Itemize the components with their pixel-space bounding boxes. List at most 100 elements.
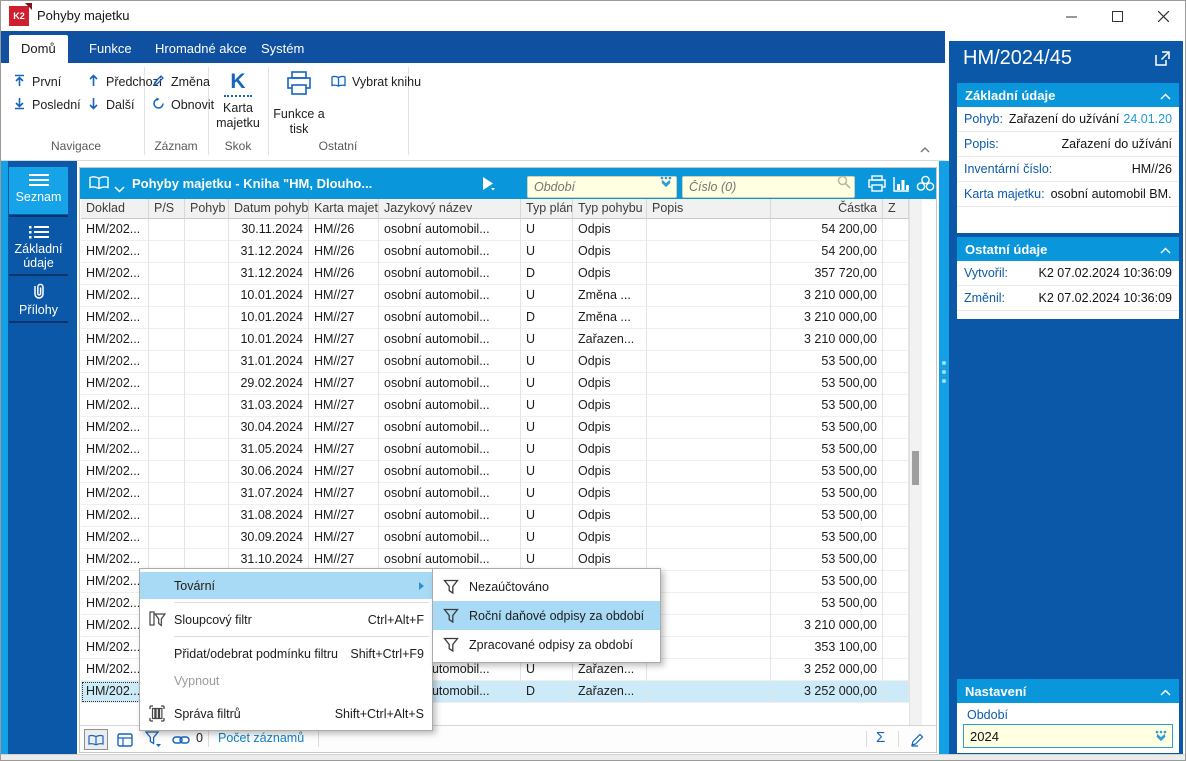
- table-cell-ps: [149, 241, 185, 263]
- table-cell-popis: [647, 505, 771, 527]
- book-icon[interactable]: [89, 175, 109, 195]
- menu-item-sloupcovy-filtr[interactable]: Sloupcový filtr Ctrl+Alt+F: [140, 606, 432, 633]
- section-header[interactable]: Nastavení: [957, 679, 1179, 703]
- panel-splitter[interactable]: [939, 161, 949, 754]
- pick-book-button[interactable]: Vybrat knihu: [331, 73, 421, 91]
- table-cell-ps: [149, 307, 185, 329]
- column-header[interactable]: Typ pohybu: [573, 199, 647, 219]
- lookup-dots-icon[interactable]: [659, 175, 673, 194]
- column-header[interactable]: Částka: [771, 199, 883, 219]
- detail-row: Pohyb: Zařazení do užívání24.01.2024: [957, 107, 1179, 132]
- relations-icon[interactable]: [914, 173, 936, 194]
- table-row[interactable]: HM/202...31.12.2024HM//26osobní automobi…: [81, 263, 909, 285]
- tab-funkce[interactable]: Funkce: [77, 35, 144, 63]
- functions-print-button[interactable]: Funkce a tisk: [271, 71, 327, 137]
- submenu-item-nezauctovano[interactable]: Nezaúčtováno: [433, 572, 660, 601]
- submenu-item-rocni-danove-odpisy[interactable]: Roční daňové odpisy za období: [433, 601, 660, 630]
- k2-logo-icon: K2: [9, 6, 29, 26]
- lookup-dots-icon[interactable]: [1154, 729, 1168, 748]
- sidebar-item-seznam[interactable]: Seznam: [9, 167, 68, 214]
- context-submenu: Nezaúčtováno Roční daňové odpisy za obdo…: [432, 568, 661, 663]
- table-cell-karta: HM//26: [309, 219, 379, 241]
- open-in-new-icon[interactable]: [1155, 51, 1170, 71]
- table-cell-datum: 31.08.2024: [229, 505, 309, 527]
- menu-item-sprava-filtru[interactable]: Správa filtrů Shift+Ctrl+Alt+S: [140, 700, 432, 727]
- detail-value-date: 24.01.2024: [1123, 112, 1172, 126]
- sidebar-item-prilohy[interactable]: Přílohy: [9, 277, 68, 322]
- menu-item-tovarni[interactable]: Tovární: [140, 572, 432, 599]
- sum-sigma-icon[interactable]: Σ: [876, 729, 885, 746]
- chevron-up-icon[interactable]: [1160, 684, 1171, 699]
- period-filter-input[interactable]: [527, 176, 677, 198]
- chart-icon[interactable]: [890, 173, 912, 194]
- link-icon[interactable]: [170, 729, 192, 750]
- chevron-up-icon[interactable]: [1160, 88, 1171, 103]
- table-row[interactable]: HM/202...31.05.2024HM//27osobní automobi…: [81, 439, 909, 461]
- column-header[interactable]: Pohyb: [185, 199, 229, 219]
- filter-dropdown-icon[interactable]: [142, 729, 164, 750]
- number-filter-input[interactable]: [682, 176, 855, 198]
- minimize-button[interactable]: [1048, 1, 1094, 31]
- table-row[interactable]: HM/202...31.03.2024HM//27osobní automobi…: [81, 395, 909, 417]
- table-row[interactable]: HM/202...31.12.2024HM//26osobní automobi…: [81, 241, 909, 263]
- table-row[interactable]: HM/202...30.06.2024HM//27osobní automobi…: [81, 461, 909, 483]
- table-row[interactable]: HM/202...31.08.2024HM//27osobní automobi…: [81, 505, 909, 527]
- table-row[interactable]: HM/202...30.09.2024HM//27osobní automobi…: [81, 527, 909, 549]
- next-button[interactable]: Další: [87, 96, 134, 114]
- column-header[interactable]: Jazykový název: [379, 199, 521, 219]
- column-header[interactable]: P/S: [149, 199, 185, 219]
- column-header[interactable]: Karta majetku: [309, 199, 379, 219]
- tab-hromadne-akce[interactable]: Hromadné akce: [143, 35, 259, 63]
- maximize-button[interactable]: [1094, 1, 1140, 31]
- section-header[interactable]: Ostatní údaje: [957, 237, 1179, 261]
- detail-value: Zařazení do užívání: [1062, 137, 1172, 151]
- context-menu: Tovární Sloupcový filtr Ctrl+Alt+F Přida…: [139, 568, 433, 731]
- section-header[interactable]: Základní údaje: [957, 83, 1179, 107]
- table-cell-popis: [647, 263, 771, 285]
- change-label: Změna: [171, 75, 210, 89]
- submenu-item-label: Nezaúčtováno: [469, 580, 549, 594]
- ribbon-tab-strip: Domů Funkce Hromadné akce Systém: [1, 31, 945, 63]
- chevron-down-icon[interactable]: [114, 180, 125, 198]
- column-header[interactable]: Popis: [647, 199, 771, 219]
- column-header[interactable]: Typ plánu: [521, 199, 573, 219]
- sidebar-item-zakladni-udaje[interactable]: Základní údaje: [9, 219, 68, 275]
- table-row[interactable]: HM/202...31.07.2024HM//27osobní automobi…: [81, 483, 909, 505]
- table-cell-castka: 53 500,00: [771, 439, 883, 461]
- tab-domu[interactable]: Domů: [9, 35, 68, 63]
- submenu-item-zpracovane-odpisy[interactable]: Zpracované odpisy za období: [433, 630, 660, 659]
- table-row[interactable]: HM/202...10.01.2024HM//27osobní automobi…: [81, 307, 909, 329]
- chevron-up-icon[interactable]: [1160, 242, 1171, 257]
- table-row[interactable]: HM/202...30.11.2024HM//26osobní automobi…: [81, 219, 909, 241]
- refresh-button[interactable]: Obnovit: [152, 96, 214, 114]
- print-icon[interactable]: [866, 173, 888, 194]
- table-row[interactable]: HM/202...10.01.2024HM//27osobní automobi…: [81, 285, 909, 307]
- edit-pencil-icon[interactable]: [906, 729, 928, 750]
- column-header[interactable]: Doklad: [81, 199, 149, 219]
- column-header[interactable]: Z: [883, 199, 909, 219]
- menu-item-label: Vypnout: [174, 674, 424, 688]
- table-cell-ps: [149, 373, 185, 395]
- play-filter-icon[interactable]: [482, 177, 496, 196]
- book-view-toggle-icon[interactable]: [84, 729, 108, 750]
- search-icon[interactable]: [837, 175, 851, 194]
- card-view-icon[interactable]: [114, 729, 136, 750]
- menu-item-pridat-odebrat-podminku[interactable]: Přidat/odebrat podmínku filtru Shift+Ctr…: [140, 640, 432, 667]
- table-row[interactable]: HM/202...30.04.2024HM//27osobní automobi…: [81, 417, 909, 439]
- asset-card-button[interactable]: K Karta majetku: [211, 71, 265, 131]
- column-header[interactable]: Datum pohybu: [229, 199, 309, 219]
- table-row[interactable]: HM/202...29.02.2024HM//27osobní automobi…: [81, 373, 909, 395]
- change-button[interactable]: Změna: [152, 73, 210, 91]
- table-row[interactable]: HM/202...31.01.2024HM//27osobní automobi…: [81, 351, 909, 373]
- period-setting-input[interactable]: [963, 724, 1173, 748]
- tab-system[interactable]: Systém: [249, 35, 316, 63]
- scrollbar-thumb[interactable]: [912, 451, 919, 485]
- first-button[interactable]: První: [13, 73, 61, 91]
- last-button[interactable]: Poslední: [13, 96, 81, 114]
- close-button[interactable]: [1140, 1, 1186, 31]
- table-row[interactable]: HM/202...10.01.2024HM//27osobní automobi…: [81, 329, 909, 351]
- previous-button[interactable]: Předchozí: [87, 73, 162, 91]
- collapse-ribbon-chevron-icon[interactable]: [919, 141, 931, 159]
- table-cell-plan: U: [521, 285, 573, 307]
- table-cell-nazev: osobní automobil...: [379, 263, 521, 285]
